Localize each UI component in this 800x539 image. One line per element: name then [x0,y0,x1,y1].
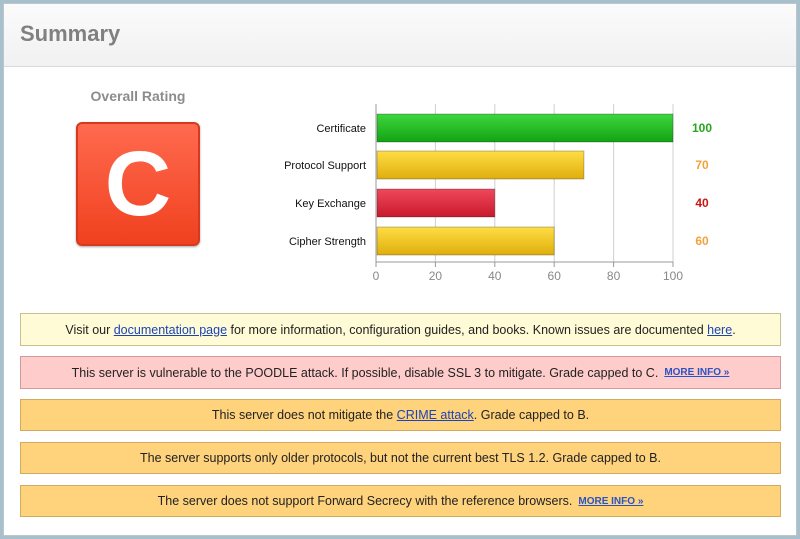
tls-warning: The server supports only older protocols… [20,442,781,474]
poodle-more-info-link[interactable]: MORE INFO » [664,367,729,378]
poodle-text: This server is vulnerable to the POODLE … [71,365,659,380]
x-tick-label: 80 [607,269,621,283]
known-issues-link[interactable]: here [707,323,732,337]
crime-warning: This server does not mitigate the CRIME … [20,399,781,431]
info-middle: for more information, configuration guid… [227,322,708,337]
bar [376,150,585,180]
bar [376,113,674,143]
documentation-notice: Visit our documentation page for more in… [20,313,781,346]
x-tick-label: 0 [373,269,380,283]
category-label: Protocol Support [284,160,366,172]
forward-secrecy-warning: The server does not support Forward Secr… [20,485,781,517]
crime-attack-link[interactable]: CRIME attack [397,408,474,422]
bar [376,226,555,256]
poodle-warning: This server is vulnerable to the POODLE … [20,356,781,389]
x-tick-label: 40 [488,269,502,283]
value-label: 70 [695,158,709,172]
category-label: Cipher Strength [289,236,366,248]
summary-panel: Summary Overall Rating C 0 20 40 60 80 100 Cer… [3,3,797,536]
value-label: 60 [695,234,709,248]
fs-more-info-link[interactable]: MORE INFO » [578,496,643,507]
rating-bar-chart: 0 20 40 60 80 100 Certificate 100 Protocol Suppo… [284,104,712,283]
info-suffix: . [732,322,736,337]
value-label: 100 [692,121,712,135]
x-tick-label: 20 [429,269,443,283]
fs-text: The server does not support Forward Secr… [157,494,573,508]
value-label: 40 [695,196,709,210]
x-tick-label: 100 [663,269,683,283]
crime-suffix: . Grade capped to B. [473,408,590,422]
category-label: Certificate [316,123,366,135]
tls-text: The server supports only older protocols… [140,451,661,465]
crime-prefix: This server does not mitigate the [211,408,397,422]
category-label: Key Exchange [295,198,366,210]
x-tick-label: 60 [548,269,562,283]
documentation-page-link[interactable]: documentation page [114,323,227,337]
bar [376,188,496,218]
info-prefix: Visit our [65,322,114,337]
